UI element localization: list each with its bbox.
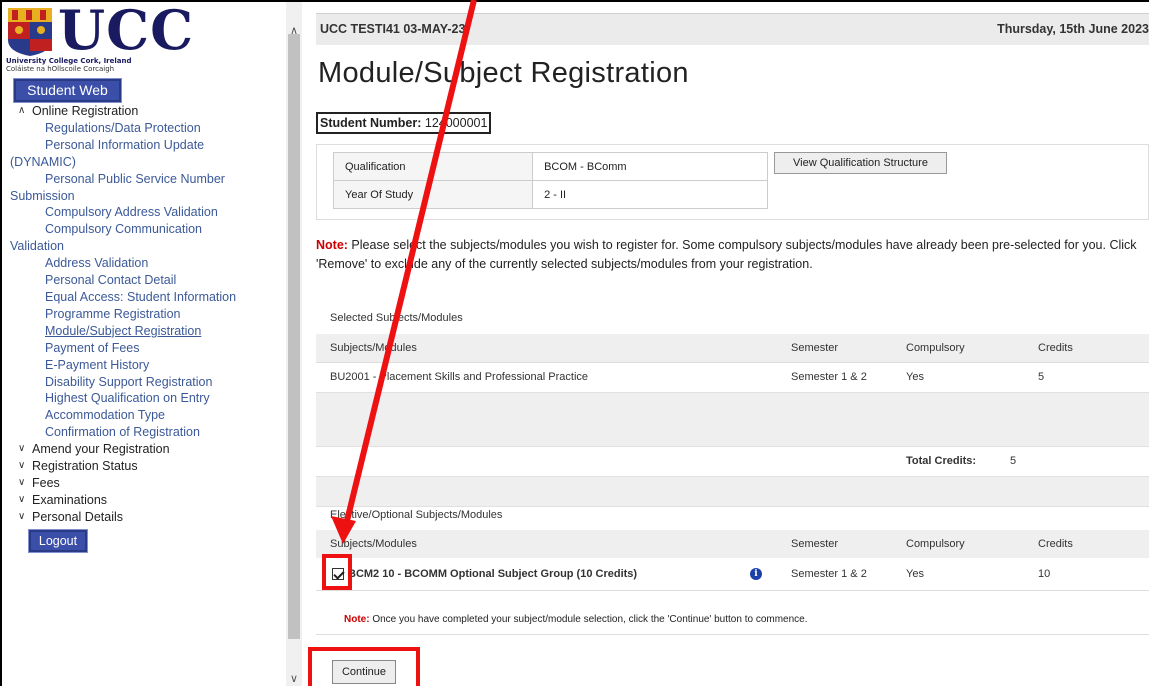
annotation-highlight-continue [308, 647, 420, 686]
main-content: UCC TESTI41 03-MAY-23 Thursday, 15th Jun… [302, 2, 1149, 686]
sidebar-item-confirmation[interactable]: Confirmation of Registration [2, 424, 286, 441]
sidebar-item-compulsory-address[interactable]: Compulsory Address Validation [2, 204, 286, 221]
sidebar-item-module-registration[interactable]: Module/Subject Registration [2, 323, 286, 340]
table-row [316, 392, 1149, 447]
chevron-down-icon: ∨ [18, 510, 26, 522]
module-credits: 5 [1024, 362, 1149, 393]
sidebar-item-accommodation-type[interactable]: Accommodation Type [2, 407, 286, 424]
qualification-table: Qualification BCOM - BComm Year Of Study… [332, 152, 768, 209]
annotation-highlight-checkbox [322, 554, 352, 590]
sidebar-item-highest-qualification[interactable]: Highest Qualification on Entry [2, 390, 286, 407]
note-text: Once you have completed your subject/mod… [369, 614, 808, 625]
sidebar-item-ppsn-cont[interactable]: Submission [2, 188, 286, 205]
student-web-button[interactable]: Student Web [13, 78, 122, 103]
col-subjects: Subjects/Modules [316, 334, 777, 363]
qualification-label: Qualification [332, 152, 534, 181]
sidebar-item-personal-info-update[interactable]: Personal Information Update [2, 137, 286, 154]
elective-modules-title: Elective/Optional Subjects/Modules [330, 509, 503, 521]
year-of-study-value: 2 - II [532, 180, 768, 209]
sidebar-item-compulsory-communication-cont[interactable]: Validation [2, 238, 286, 255]
header-bar: UCC TESTI41 03-MAY-23 Thursday, 15th Jun… [316, 13, 1149, 45]
crest-icon [8, 8, 52, 56]
university-name-irish: Coláiste na hOllscoile Corcaigh [6, 65, 115, 73]
ucc-logo[interactable]: UCC University College Cork, Ireland Col… [6, 0, 193, 76]
total-credits-label: Total Credits: [892, 446, 1024, 477]
col-compulsory: Compulsory [892, 530, 1024, 558]
selection-note: Note: Please select the subjects/modules… [316, 236, 1141, 274]
elective-credits: 10 [1024, 558, 1149, 591]
note-label: Note: [344, 614, 370, 625]
student-number: Student Number: 124000001 [316, 112, 492, 134]
sidebar: UCC University College Cork, Ireland Col… [2, 0, 286, 686]
table-row: BCM2 10 - BCOMM Optional Subject Group (… [316, 558, 1149, 591]
sidebar-item-equal-access[interactable]: Equal Access: Student Information [2, 289, 286, 306]
logout-button[interactable]: Logout [28, 529, 88, 553]
qualification-panel: Qualification BCOM - BComm Year Of Study… [316, 144, 1149, 220]
nav-section-amend-registration[interactable]: ∨ Amend your Registration [2, 441, 286, 458]
module-compulsory: Yes [892, 362, 1024, 393]
scrollbar-thumb[interactable] [288, 34, 300, 639]
sidebar-nav: ∧ Online Registration Regulations/Data Pr… [2, 103, 286, 526]
student-number-value: 124000001 [424, 116, 488, 130]
chevron-down-icon: ∨ [18, 443, 26, 455]
table-header-row: Subjects/Modules Semester Compulsory Cre… [316, 530, 1149, 558]
note-text: Please select the subjects/modules you w… [316, 238, 1137, 271]
table-row: Year Of Study 2 - II [332, 180, 768, 209]
selected-modules-table: Subjects/Modules Semester Compulsory Cre… [316, 334, 1149, 507]
elective-compulsory: Yes [892, 558, 1024, 591]
col-subjects: Subjects/Modules [316, 530, 777, 558]
view-qualification-structure-button[interactable]: View Qualification Structure [774, 152, 947, 174]
logo-text: UCC [58, 0, 195, 62]
module-semester: Semester 1 & 2 [777, 362, 892, 393]
system-label: UCC TESTI41 03-MAY-23 [320, 22, 466, 36]
sidebar-item-payment-of-fees[interactable]: Payment of Fees [2, 340, 286, 357]
elective-module-name: BCM2 10 - BCOMM Optional Subject Group (… [348, 567, 638, 580]
table-row [316, 476, 1149, 507]
sidebar-item-personal-contact[interactable]: Personal Contact Detail [2, 272, 286, 289]
sidebar-item-compulsory-communication[interactable]: Compulsory Communication [2, 221, 286, 238]
chevron-down-icon: ∨ [18, 460, 26, 472]
elective-subject-cell: BCM2 10 - BCOMM Optional Subject Group (… [316, 558, 777, 591]
nav-section-fees[interactable]: ∨ Fees [2, 475, 286, 492]
nav-section-registration-status[interactable]: ∨ Registration Status [2, 458, 286, 475]
qualification-value: BCOM - BComm [532, 152, 768, 181]
page-title: Module/Subject Registration [318, 57, 689, 89]
year-of-study-label: Year Of Study [332, 180, 534, 209]
note-label: Note: [316, 238, 348, 252]
chevron-down-icon: ∨ [18, 493, 26, 505]
sidebar-item-ppsn[interactable]: Personal Public Service Number [2, 171, 286, 188]
elective-modules-table: Subjects/Modules Semester Compulsory Cre… [316, 530, 1149, 591]
total-credits-value: 5 [1010, 446, 1149, 477]
total-credits-row: Total Credits: 5 [316, 446, 1149, 477]
chevron-up-icon: ∧ [18, 105, 26, 116]
elective-semester: Semester 1 & 2 [777, 558, 892, 591]
col-semester: Semester [777, 530, 892, 558]
current-date: Thursday, 15th June 2023 [997, 22, 1149, 36]
col-semester: Semester [777, 334, 892, 363]
col-compulsory: Compulsory [892, 334, 1024, 363]
nav-section-online-registration[interactable]: ∧ Online Registration [2, 103, 286, 120]
student-number-label: Student Number: [320, 116, 422, 130]
sidebar-item-programme-registration[interactable]: Programme Registration [2, 306, 286, 323]
chevron-down-icon: ∨ [18, 476, 26, 488]
nav-section-personal-details[interactable]: ∨ Personal Details [2, 509, 286, 526]
sidebar-item-regulations[interactable]: Regulations/Data Protection [2, 120, 286, 137]
col-credits: Credits [1024, 334, 1149, 363]
table-row: BU2001 - Placement Skills and Profession… [316, 362, 1149, 393]
sidebar-item-epayment-history[interactable]: E-Payment History [2, 357, 286, 374]
selected-modules-title: Selected Subjects/Modules [330, 312, 463, 324]
table-header-row: Subjects/Modules Semester Compulsory Cre… [316, 334, 1149, 363]
col-credits: Credits [1024, 530, 1149, 558]
scroll-down-icon[interactable]: ∨ [286, 672, 302, 686]
scroll-up-icon[interactable]: ∧ [286, 24, 302, 38]
sidebar-item-personal-info-update-cont[interactable]: (DYNAMIC) [2, 154, 286, 171]
nav-section-examinations[interactable]: ∨ Examinations [2, 492, 286, 509]
university-name: University College Cork, Ireland [6, 57, 132, 65]
sidebar-item-disability-support[interactable]: Disability Support Registration [2, 374, 286, 391]
module-name: BU2001 - Placement Skills and Profession… [316, 362, 777, 393]
continue-note: Note: Once you have completed your subje… [316, 605, 1149, 635]
info-icon[interactable]: i [750, 568, 762, 580]
table-row: Qualification BCOM - BComm [332, 152, 768, 181]
sidebar-item-address-validation[interactable]: Address Validation [2, 255, 286, 272]
